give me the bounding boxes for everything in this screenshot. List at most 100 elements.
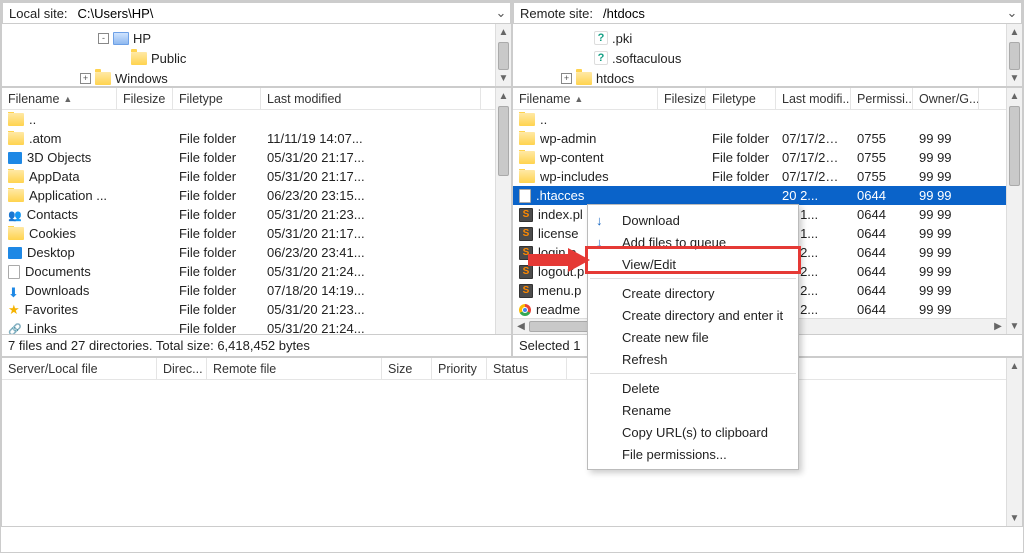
local-rows[interactable]: ...atomFile folder11/11/19 14:07...3D Ob… [2,110,495,334]
list-item[interactable]: .. [2,110,495,129]
menu-item[interactable]: ↓Add files to queue [588,231,798,253]
col-priority[interactable]: Priority [432,358,487,379]
remote-path-input[interactable] [599,4,1003,22]
file-modified: 11/11/19 14:07... [261,131,481,146]
menu-item[interactable]: ↓ Download [588,209,798,231]
scrollbar[interactable]: ▲ ▼ [495,88,511,356]
menu-item[interactable]: Delete [588,377,798,399]
file-permissions: 0644 [851,207,913,222]
remote-tree[interactable]: ?.pki?.softaculous+htdocs [513,24,1006,86]
scrollbar[interactable]: ▲ ▼ [1006,358,1022,526]
menu-item[interactable]: Create directory [588,282,798,304]
list-item[interactable]: .htacces20 2...064499 99 [513,186,1006,205]
col-filesize[interactable]: Filesize [117,88,173,109]
drive-icon [113,32,129,45]
local-headers[interactable]: Filename Filesize Filetype Last modified [2,88,511,110]
list-item[interactable]: DesktopFile folder06/23/20 23:41... [2,243,495,262]
queue-headers[interactable]: Server/Local file Direc... Remote file S… [2,358,1022,380]
scroll-thumb[interactable] [498,106,509,176]
menu-item[interactable]: View/Edit [588,253,798,275]
col-filetype[interactable]: Filetype [706,88,776,109]
list-item[interactable]: AppDataFile folder05/31/20 21:17... [2,167,495,186]
col-filename[interactable]: Filename [513,88,658,109]
scrollbar[interactable]: ▲ ▼ [495,24,511,86]
file-modified: 06/23/20 23:15... [261,188,481,203]
scroll-down-icon[interactable]: ▼ [1007,70,1022,86]
scroll-down-icon[interactable]: ▼ [496,70,511,86]
file-owner: 99 99 [913,245,979,260]
menu-item[interactable]: Copy URL(s) to clipboard [588,421,798,443]
scroll-left-icon[interactable]: ◀ [513,321,529,332]
list-item[interactable]: wp-contentFile folder07/17/20 2...075599… [513,148,1006,167]
col-filetype[interactable]: Filetype [173,88,261,109]
menu-item[interactable]: Refresh [588,348,798,370]
menu-item[interactable]: Rename [588,399,798,421]
menu-item[interactable]: File permissions... [588,443,798,465]
scroll-down-icon[interactable]: ▼ [1007,318,1022,334]
context-menu[interactable]: ↓ Download ↓Add files to queueView/Edit Cre… [587,204,799,470]
scroll-thumb[interactable] [1009,106,1020,186]
list-item[interactable]: Application ...File folder06/23/20 23:15… [2,186,495,205]
list-item[interactable]: LinksFile folder05/31/20 21:24... [2,319,495,334]
menu-item-label: Create new file [622,330,709,345]
file-modified: 05/31/20 21:17... [261,226,481,241]
scroll-up-icon[interactable]: ▲ [1007,358,1022,374]
col-server-local[interactable]: Server/Local file [2,358,157,379]
col-remote-file[interactable]: Remote file [207,358,382,379]
file-name: license [538,226,578,241]
local-path-input[interactable] [74,4,492,22]
menu-item[interactable]: Create directory and enter it [588,304,798,326]
list-item[interactable]: .. [513,110,1006,129]
col-lastmod[interactable]: Last modified [261,88,481,109]
col-permissions[interactable]: Permissi... [851,88,913,109]
scroll-up-icon[interactable]: ▲ [1007,88,1022,104]
scroll-thumb[interactable] [1009,42,1020,70]
tree-item[interactable]: -HP [6,28,495,48]
col-owner[interactable]: Owner/G... [913,88,979,109]
col-direction[interactable]: Direc... [157,358,207,379]
menu-item-label: Download [622,213,680,228]
list-item[interactable]: .atomFile folder11/11/19 14:07... [2,129,495,148]
file-modified: 20 2... [776,188,851,203]
scroll-down-icon[interactable]: ▼ [1007,510,1022,526]
remote-headers[interactable]: Filename Filesize Filetype Last modifi..… [513,88,1022,110]
local-tree[interactable]: -HPPublic + Windows [2,24,495,86]
downloads-icon: ⬇ [8,285,20,297]
collapse-icon[interactable]: - [98,33,109,44]
list-item[interactable]: CookiesFile folder05/31/20 21:17... [2,224,495,243]
sublime-file-icon: S [519,208,533,222]
dropdown-icon[interactable]: ⌄ [1003,5,1021,21]
list-item[interactable]: wp-adminFile folder07/17/20 2...075599 9… [513,129,1006,148]
list-item[interactable]: FavoritesFile folder05/31/20 21:23... [2,300,495,319]
scroll-right-icon[interactable]: ▶ [990,321,1006,332]
tree-item[interactable]: ?.softaculous [517,48,1006,68]
tree-item[interactable]: +htdocs [517,68,1006,86]
list-item[interactable]: ⬇DownloadsFile folder07/18/20 14:19... [2,281,495,300]
scroll-up-icon[interactable]: ▲ [496,88,511,104]
scrollbar[interactable]: ▲ ▼ [1006,24,1022,86]
col-filename[interactable]: Filename [2,88,117,109]
list-item[interactable]: 3D ObjectsFile folder05/31/20 21:17... [2,148,495,167]
download-icon: ↓ [596,213,603,228]
expand-icon[interactable]: + [80,73,91,84]
scroll-up-icon[interactable]: ▲ [496,24,511,40]
list-item[interactable]: DocumentsFile folder05/31/20 21:24... [2,262,495,281]
scroll-thumb[interactable] [498,42,509,70]
tree-item-label: Windows [115,71,168,86]
tree-item[interactable]: Public [6,48,495,68]
folder-icon [519,170,535,183]
file-name: .atom [29,131,62,146]
scrollbar[interactable]: ▲ ▼ [1006,88,1022,334]
tree-item[interactable]: ?.pki [517,28,1006,48]
menu-item[interactable]: Create new file [588,326,798,348]
scroll-up-icon[interactable]: ▲ [1007,24,1022,40]
col-lastmod[interactable]: Last modifi... [776,88,851,109]
col-size[interactable]: Size [382,358,432,379]
col-status[interactable]: Status [487,358,567,379]
expand-icon[interactable]: + [561,73,572,84]
list-item[interactable]: ContactsFile folder05/31/20 21:23... [2,205,495,224]
list-item[interactable]: wp-includesFile folder07/17/20 2...07559… [513,167,1006,186]
dropdown-icon[interactable]: ⌄ [492,5,510,21]
tree-item[interactable]: + Windows [6,68,495,86]
col-filesize[interactable]: Filesize [658,88,706,109]
